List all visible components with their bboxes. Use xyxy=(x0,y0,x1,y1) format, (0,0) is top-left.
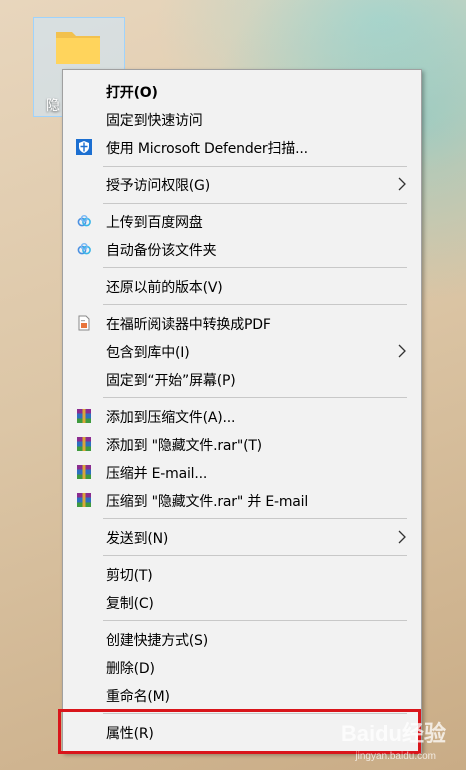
defender-shield-icon xyxy=(76,139,92,155)
menu-separator xyxy=(103,267,407,268)
menu-item-send-to[interactable]: 发送到(N) xyxy=(63,524,421,550)
folder-icon xyxy=(56,32,100,64)
menu-item-label: 删除(D) xyxy=(106,661,155,677)
menu-item-label: 压缩到 "隐藏文件.rar" 并 E-mail xyxy=(106,494,309,510)
menu-item-add-archive[interactable]: 添加到压缩文件(A)... xyxy=(63,403,421,429)
menu-item-foxit-convert[interactable]: 在福昕阅读器中转换成PDF xyxy=(63,310,421,336)
menu-separator xyxy=(103,555,407,556)
menu-item-add-rar[interactable]: 添加到 "隐藏文件.rar"(T) xyxy=(63,431,421,457)
menu-item-auto-backup[interactable]: 自动备份该文件夹 xyxy=(63,236,421,262)
menu-separator xyxy=(103,203,407,204)
menu-item-open[interactable]: 打开(O) xyxy=(63,78,421,104)
menu-item-create-shortcut[interactable]: 创建快捷方式(S) xyxy=(63,626,421,652)
menu-item-compress-email[interactable]: 压缩并 E-mail... xyxy=(63,459,421,485)
menu-item-include-library[interactable]: 包含到库中(I) xyxy=(63,338,421,364)
menu-item-label: 固定到“开始”屏幕(P) xyxy=(106,373,236,389)
watermark-logo: Baidu经验 xyxy=(340,721,446,746)
menu-item-pin-start[interactable]: 固定到“开始”屏幕(P) xyxy=(63,366,421,392)
menu-item-restore-previous[interactable]: 还原以前的版本(V) xyxy=(63,273,421,299)
winrar-icon xyxy=(77,493,91,507)
menu-item-label: 还原以前的版本(V) xyxy=(106,280,223,296)
menu-item-label: 添加到 "隐藏文件.rar"(T) xyxy=(106,438,262,454)
menu-separator xyxy=(103,304,407,305)
menu-item-label: 包含到库中(I) xyxy=(106,345,190,361)
winrar-icon xyxy=(77,465,91,479)
menu-item-label: 添加到压缩文件(A)... xyxy=(106,410,236,426)
menu-item-label: 使用 Microsoft Defender扫描... xyxy=(106,141,308,157)
context-menu: 打开(O) 固定到快速访问 使用 Microsoft Defender扫描...… xyxy=(62,69,422,753)
chevron-right-icon xyxy=(398,530,406,544)
menu-item-pin-quick-access[interactable]: 固定到快速访问 xyxy=(63,106,421,132)
menu-item-upload-baidu[interactable]: 上传到百度网盘 xyxy=(63,208,421,234)
menu-item-label: 重命名(M) xyxy=(106,689,170,705)
chevron-right-icon xyxy=(398,344,406,358)
menu-item-label: 授予访问权限(G) xyxy=(106,178,210,194)
menu-item-delete[interactable]: 删除(D) xyxy=(63,654,421,680)
menu-item-grant-access[interactable]: 授予访问权限(G) xyxy=(63,171,421,197)
chevron-right-icon xyxy=(398,177,406,191)
winrar-icon xyxy=(77,409,91,423)
menu-item-label: 在福昕阅读器中转换成PDF xyxy=(106,317,271,333)
menu-item-label: 发送到(N) xyxy=(106,531,169,547)
foxit-pdf-icon xyxy=(78,315,90,331)
menu-item-cut[interactable]: 剪切(T) xyxy=(63,561,421,587)
menu-item-label: 压缩并 E-mail... xyxy=(106,466,208,482)
winrar-icon xyxy=(77,437,91,451)
baidu-netdisk-icon xyxy=(77,215,91,227)
baidu-netdisk-icon xyxy=(77,243,91,255)
menu-item-label: 上传到百度网盘 xyxy=(106,215,203,231)
menu-item-rename[interactable]: 重命名(M) xyxy=(63,682,421,708)
folder-label: 隐 xyxy=(46,98,60,114)
menu-separator xyxy=(103,397,407,398)
menu-item-label: 剪切(T) xyxy=(106,568,153,584)
menu-item-label: 自动备份该文件夹 xyxy=(106,243,217,259)
menu-item-label: 创建快捷方式(S) xyxy=(106,633,209,649)
menu-separator xyxy=(103,518,407,519)
menu-item-copy[interactable]: 复制(C) xyxy=(63,589,421,615)
watermark-url: jingyan.baidu.com xyxy=(355,751,436,762)
menu-item-label: 固定到快速访问 xyxy=(106,113,203,129)
menu-separator xyxy=(103,620,407,621)
menu-item-defender-scan[interactable]: 使用 Microsoft Defender扫描... xyxy=(63,134,421,160)
menu-separator xyxy=(103,166,407,167)
menu-item-compress-rar-email[interactable]: 压缩到 "隐藏文件.rar" 并 E-mail xyxy=(63,487,421,513)
menu-item-label: 打开(O) xyxy=(106,85,158,101)
menu-item-label: 复制(C) xyxy=(106,596,154,612)
